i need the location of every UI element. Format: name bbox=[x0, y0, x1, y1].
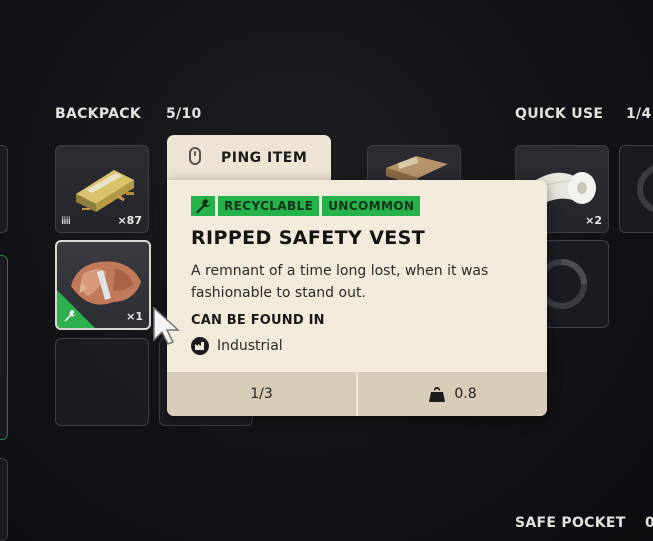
item-quantity: ×1 bbox=[126, 310, 143, 323]
ping-item-button[interactable]: PING ITEM bbox=[167, 135, 331, 181]
item-description: A remnant of a time long lost, when it w… bbox=[191, 263, 489, 301]
backpack-slot-ammo[interactable]: iiiii ×87 bbox=[55, 145, 149, 233]
location-name: Industrial bbox=[217, 338, 283, 354]
backpack-slot-vest[interactable]: ×1 bbox=[55, 240, 151, 330]
safe-pocket-label: SAFE POCKET bbox=[515, 515, 626, 531]
left-panel-slot[interactable] bbox=[0, 255, 8, 440]
recyclable-badge: RECYCLABLE bbox=[218, 196, 320, 216]
backpack-count: 5/10 bbox=[166, 106, 202, 122]
item-quantity: ×2 bbox=[585, 214, 602, 227]
ping-item-label: PING ITEM bbox=[221, 150, 308, 166]
mouse-icon bbox=[189, 147, 201, 165]
recyclable-wrench-icon bbox=[191, 196, 215, 216]
item-weight: 0.8 bbox=[358, 372, 547, 416]
mouse-cursor-icon bbox=[153, 306, 180, 345]
wrench-icon bbox=[64, 310, 76, 322]
item-tooltip: RECYCLABLE UNCOMMON RIPPED SAFETY VEST A… bbox=[167, 180, 547, 416]
location-entry: Industrial bbox=[191, 337, 283, 355]
found-in-heading: CAN BE FOUND IN bbox=[191, 313, 325, 328]
left-panel-slot[interactable] bbox=[0, 145, 8, 233]
backpack-label: BACKPACK bbox=[55, 106, 141, 122]
quick-use-count: 1/4 bbox=[626, 106, 652, 122]
tooltip-footer: 1/3 0.8 bbox=[167, 372, 547, 416]
safe-pocket-count: 0 bbox=[645, 515, 653, 531]
ammo-type-indicator: iiiii bbox=[61, 216, 71, 227]
backpack-slot-empty[interactable] bbox=[55, 338, 149, 426]
left-panel-slot[interactable] bbox=[0, 458, 8, 541]
factory-icon bbox=[191, 337, 209, 355]
item-quantity: ×87 bbox=[117, 214, 142, 227]
item-title: RIPPED SAFETY VEST bbox=[191, 227, 426, 249]
quick-use-slot[interactable] bbox=[619, 145, 653, 233]
empty-slot-placeholder-icon bbox=[637, 165, 653, 213]
weight-icon bbox=[429, 387, 446, 402]
quick-use-label: QUICK USE bbox=[515, 106, 604, 122]
item-tags: RECYCLABLE UNCOMMON bbox=[191, 196, 421, 216]
stack-size: 1/3 bbox=[250, 386, 273, 402]
rarity-badge: UNCOMMON bbox=[322, 196, 421, 216]
